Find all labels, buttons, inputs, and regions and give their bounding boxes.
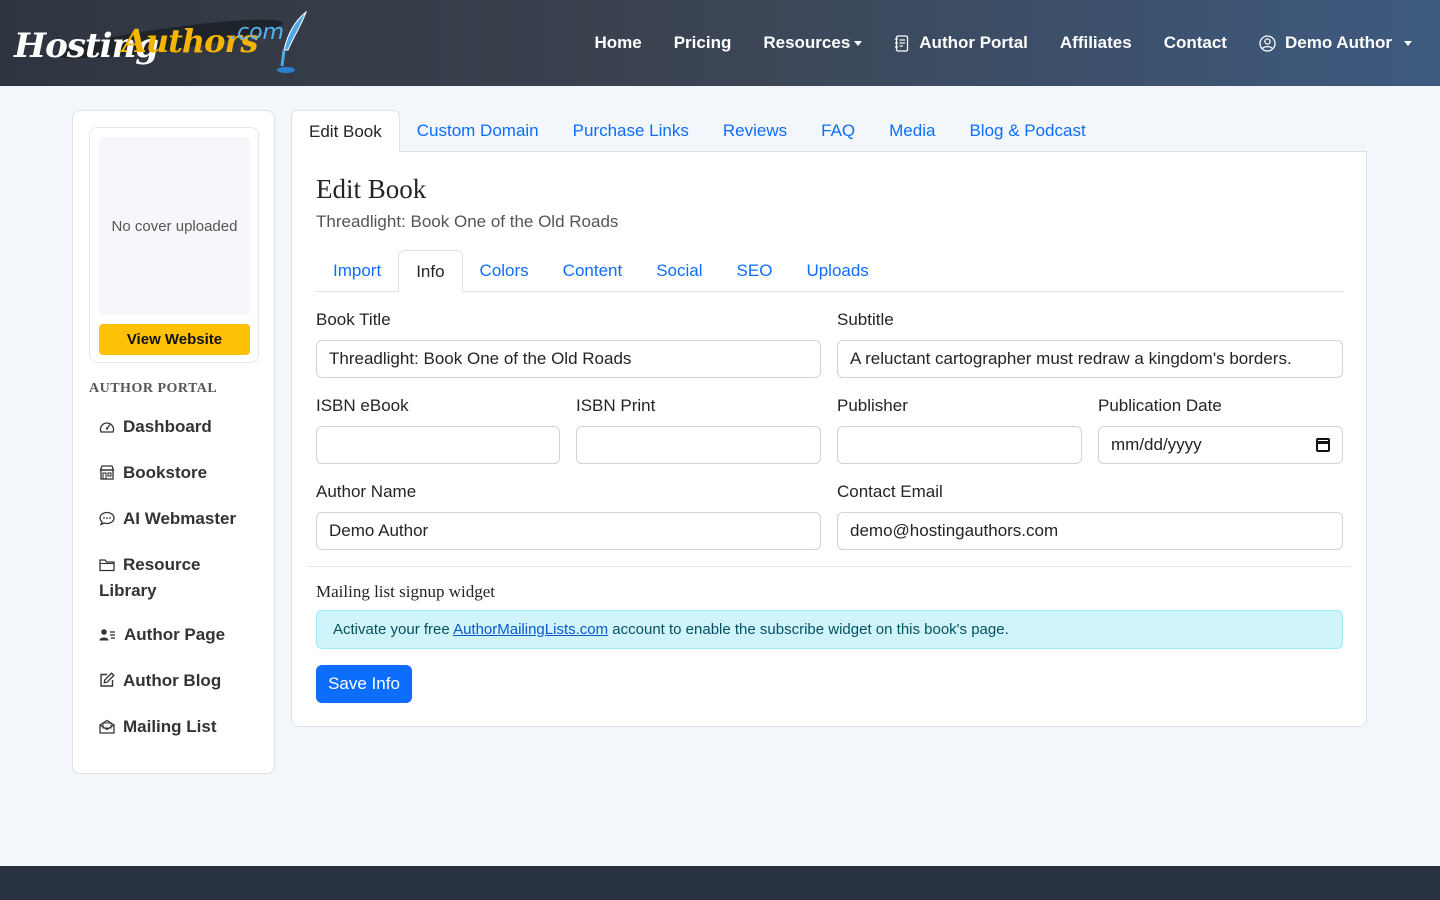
section-divider [308, 566, 1351, 567]
edit-book-panel: Edit Book Threadlight: Book One of the O… [291, 152, 1367, 727]
book-title-input[interactable]: Threadlight: Book One of the Old Roads [316, 340, 821, 378]
quill-icon [277, 10, 308, 73]
speedometer-icon [99, 417, 115, 441]
sidebar-item-label: Bookstore [123, 463, 208, 482]
nav-home-label: Home [594, 33, 642, 52]
tab-custom-domain[interactable]: Custom Domain [400, 110, 556, 152]
publication-date-input[interactable]: mm/dd/yyyy [1098, 426, 1343, 464]
isbn-print-label: ISBN Print [576, 396, 656, 415]
nav-affiliates-label: Affiliates [1059, 33, 1132, 52]
journal-icon [894, 34, 910, 52]
page-title: Edit Book [316, 174, 427, 204]
sidebar-item-ai-webmaster[interactable]: AI Webmaster [99, 507, 259, 533]
nav-pricing-label: Pricing [673, 33, 732, 52]
site-logo[interactable]: Hosting Authors .com [14, 10, 314, 76]
cover-placeholder-text: No cover uploaded [111, 217, 238, 235]
contact-email-input[interactable]: demo@hostingauthors.com [837, 512, 1343, 550]
user-menu-dropdown[interactable]: Demo Author [1259, 33, 1412, 53]
nav-pricing[interactable]: Pricing [674, 33, 732, 53]
sidebar-item-author-blog[interactable]: Author Blog [99, 669, 259, 695]
envelope-open-icon [99, 717, 115, 741]
mailing-list-alert: Activate your free AuthorMailingLists.co… [316, 610, 1343, 649]
publisher-input[interactable] [837, 426, 1082, 464]
sidebar-item-label: Author Page [124, 625, 226, 644]
sidebar-item-dashboard[interactable]: Dashboard [99, 415, 259, 441]
nav-home[interactable]: Home [594, 33, 641, 53]
sidebar-menu: Dashboard Bookstore AI Webmaster Resourc… [99, 415, 259, 761]
nav-contact-label: Contact [1163, 33, 1227, 52]
subtitle-label: Subtitle [837, 310, 894, 329]
book-tabs: Edit Book Custom Domain Purchase Links R… [291, 110, 1367, 153]
isbn-ebook-label: ISBN eBook [316, 396, 409, 415]
sidebar-item-label: Dashboard [123, 417, 212, 436]
contact-email-label: Contact Email [837, 482, 943, 501]
nav-author-portal[interactable]: Author Portal [894, 33, 1028, 53]
alert-text-suffix: account to enable the subscribe widget o… [608, 621, 1009, 638]
book-subtitle-heading: Threadlight: Book One of the Old Roads [316, 212, 619, 231]
tab-seo[interactable]: SEO [720, 250, 790, 292]
author-name-input[interactable]: Demo Author [316, 512, 821, 550]
book-cover-card: No cover uploaded View Website [89, 127, 259, 363]
tab-purchase-links[interactable]: Purchase Links [556, 110, 706, 152]
tab-import[interactable]: Import [316, 250, 398, 292]
publication-date-label: Publication Date [1098, 396, 1222, 415]
nav-affiliates[interactable]: Affiliates [1060, 33, 1132, 53]
tab-info[interactable]: Info [398, 250, 463, 293]
author-name-label: Author Name [316, 482, 417, 501]
sidebar-item-label: AI Webmaster [123, 509, 237, 528]
mailing-widget-title: Mailing list signup widget [316, 582, 495, 601]
sidebar-item-resource-library[interactable]: Resource Library [99, 553, 259, 603]
tab-edit-book[interactable]: Edit Book [291, 110, 400, 153]
alert-text-prefix: Activate your free [333, 621, 454, 638]
nav-resources-dropdown[interactable]: Resources [763, 33, 863, 53]
calendar-icon[interactable] [1316, 438, 1330, 452]
author-mailing-lists-link[interactable]: AuthorMailingLists.com [453, 621, 608, 638]
caret-down-icon [1404, 40, 1412, 46]
user-menu-label: Demo Author [1284, 33, 1392, 52]
save-info-button[interactable]: Save Info [316, 665, 412, 703]
nav-author-portal-label: Author Portal [919, 33, 1028, 52]
top-navbar: Hosting Authors .com Home Pricing Resour… [0, 0, 1440, 86]
publisher-label: Publisher [837, 396, 908, 415]
person-lines-icon [99, 625, 116, 649]
caret-down-icon [854, 40, 863, 46]
isbn-ebook-input[interactable] [316, 426, 560, 464]
view-website-button[interactable]: View Website [99, 324, 250, 355]
tab-blog-podcast[interactable]: Blog & Podcast [952, 110, 1102, 152]
tab-faq[interactable]: FAQ [804, 110, 872, 152]
nav-resources-label: Resources [763, 33, 851, 52]
shop-icon [99, 463, 115, 487]
nav-contact[interactable]: Contact [1164, 33, 1227, 53]
tab-social[interactable]: Social [639, 250, 719, 292]
folder-icon [99, 555, 115, 579]
book-cover-placeholder: No cover uploaded [99, 137, 250, 315]
tab-media[interactable]: Media [872, 110, 952, 152]
sidebar-item-label: Author Blog [123, 671, 222, 690]
book-title-label: Book Title [316, 310, 391, 329]
date-placeholder: mm/dd/yyyy [1111, 435, 1202, 454]
sidebar-heading: AUTHOR PORTAL [89, 381, 218, 396]
author-sidebar: No cover uploaded View Website AUTHOR PO… [72, 110, 275, 774]
sidebar-item-mailing-list[interactable]: Mailing List [99, 715, 259, 741]
person-circle-icon [1259, 34, 1276, 52]
subtitle-input[interactable]: A reluctant cartographer must redraw a k… [837, 340, 1343, 378]
tab-content[interactable]: Content [546, 250, 640, 292]
sidebar-item-label: Mailing List [123, 717, 217, 736]
isbn-print-input[interactable] [576, 426, 821, 464]
sidebar-item-bookstore[interactable]: Bookstore [99, 461, 259, 487]
tab-colors[interactable]: Colors [463, 250, 546, 292]
tab-uploads[interactable]: Uploads [789, 250, 885, 292]
sidebar-item-author-page[interactable]: Author Page [99, 623, 259, 649]
main-nav: Home Pricing Resources Author Portal Aff… [562, 0, 1412, 86]
pencil-square-icon [99, 671, 115, 695]
page-footer [0, 866, 1440, 900]
tab-reviews[interactable]: Reviews [706, 110, 804, 152]
edit-sections-tabs: Import Info Colors Content Social SEO Up… [316, 250, 1344, 293]
chat-icon [99, 509, 115, 533]
